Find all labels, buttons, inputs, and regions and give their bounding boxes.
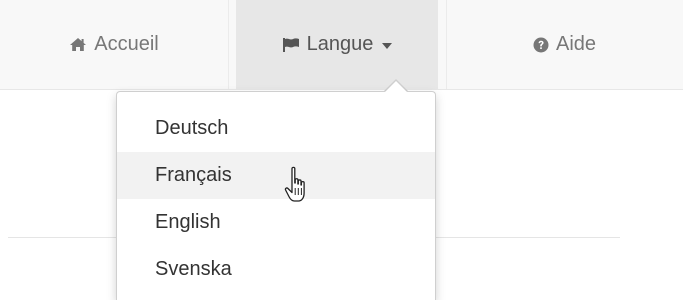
home-icon — [69, 37, 87, 52]
nav-home-label: Accueil — [94, 33, 159, 55]
nav-language-label: Langue — [306, 33, 374, 55]
nav-help-label: Aide — [555, 33, 597, 55]
top-navbar: Accueil Langue Aide — [0, 0, 683, 90]
dropdown-pointer — [385, 81, 407, 92]
nav-divider — [228, 0, 229, 89]
language-option-english[interactable]: English — [117, 199, 435, 246]
language-dropdown-menu: Deutsch Français English Svenska — [116, 91, 436, 300]
language-option-francais[interactable]: Français — [117, 152, 435, 199]
language-option-svenska[interactable]: Svenska — [117, 246, 435, 293]
flag-icon — [282, 37, 300, 53]
nav-language-dropdown-toggle[interactable]: Langue — [236, 0, 438, 89]
nav-help-link[interactable]: Aide — [446, 0, 683, 89]
page: Accueil Langue Aide Deutsch Français Eng… — [0, 0, 683, 300]
question-circle-icon — [533, 37, 549, 53]
hand-pointer-cursor-icon — [283, 166, 313, 210]
caret-down-icon — [382, 42, 393, 49]
nav-home-link[interactable]: Accueil — [0, 0, 228, 89]
language-option-deutsch[interactable]: Deutsch — [117, 105, 435, 152]
